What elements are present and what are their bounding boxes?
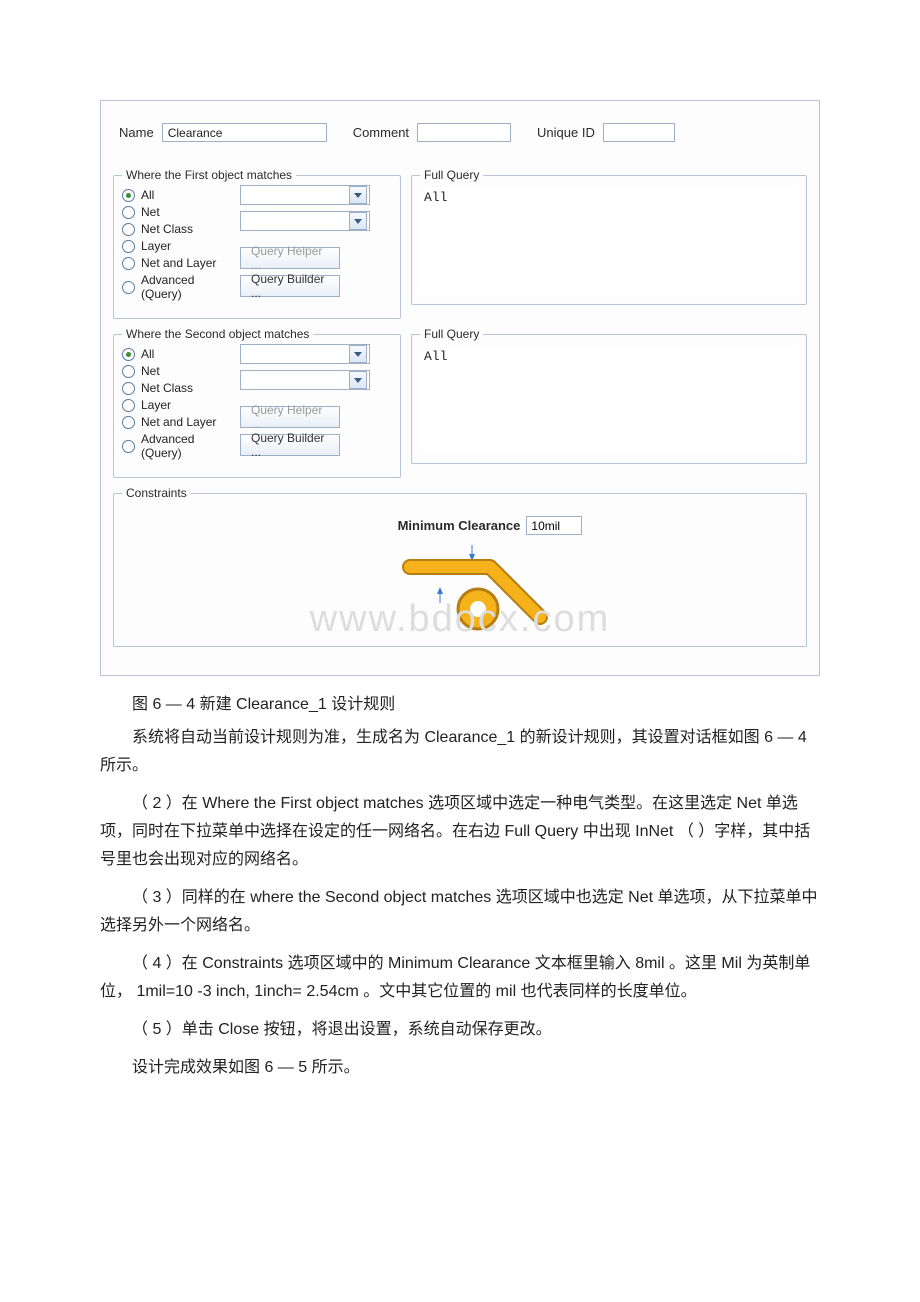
second-matches-title: Where the Second object matches bbox=[122, 327, 313, 341]
radio-dot-icon bbox=[122, 281, 135, 294]
radio-net-2[interactable]: Net bbox=[122, 364, 230, 378]
radio-dot-icon bbox=[122, 257, 135, 270]
chevron-down-icon bbox=[349, 212, 367, 230]
first-combo-2[interactable] bbox=[240, 211, 370, 231]
comment-input[interactable] bbox=[417, 123, 511, 142]
clearance-diagram bbox=[122, 537, 798, 637]
radio-net-label: Net bbox=[141, 205, 160, 219]
radio-net-label-2: Net bbox=[141, 364, 160, 378]
name-input[interactable] bbox=[162, 123, 327, 142]
radio-dot-icon bbox=[122, 382, 135, 395]
chevron-down-icon bbox=[349, 345, 367, 363]
radio-all-label-2: All bbox=[141, 347, 154, 361]
radio-layer-2[interactable]: Layer bbox=[122, 398, 230, 412]
full-query-title: Full Query bbox=[420, 168, 483, 182]
radio-netclass[interactable]: Net Class bbox=[122, 222, 230, 236]
second-combo-2[interactable] bbox=[240, 370, 370, 390]
first-full-query-group: Full Query All bbox=[411, 168, 807, 305]
radio-dot-icon bbox=[122, 365, 135, 378]
clearance-svg-icon bbox=[360, 537, 560, 637]
radio-dot-icon bbox=[122, 440, 135, 453]
radio-dot-icon bbox=[122, 416, 135, 429]
second-matches-row: Where the Second object matches All Net … bbox=[113, 319, 807, 478]
radio-dot-icon bbox=[122, 399, 135, 412]
first-combo-1[interactable] bbox=[240, 185, 370, 205]
radio-layer-label-2: Layer bbox=[141, 398, 171, 412]
radio-advanced-label: Advanced (Query) bbox=[141, 273, 230, 301]
radio-all[interactable]: All bbox=[122, 188, 230, 202]
min-clearance-label: Minimum Clearance bbox=[398, 518, 521, 533]
first-matches-row: Where the First object matches All Net N… bbox=[113, 160, 807, 319]
radio-advanced-2[interactable]: Advanced (Query) bbox=[122, 432, 230, 460]
name-label: Name bbox=[119, 125, 154, 140]
paragraph-6: 设计完成效果如图 6 — 5 所示。 bbox=[100, 1054, 820, 1082]
first-matches-group: Where the First object matches All Net N… bbox=[113, 168, 401, 319]
radio-advanced[interactable]: Advanced (Query) bbox=[122, 273, 230, 301]
chevron-down-icon bbox=[349, 371, 367, 389]
query-helper-button-2[interactable]: Query Helper ... bbox=[240, 406, 340, 428]
first-matches-title: Where the First object matches bbox=[122, 168, 296, 182]
full-query-title-2: Full Query bbox=[420, 327, 483, 341]
radio-netlayer[interactable]: Net and Layer bbox=[122, 256, 230, 270]
second-matches-group: Where the Second object matches All Net … bbox=[113, 327, 401, 478]
second-full-query-text[interactable]: All bbox=[420, 347, 798, 453]
first-full-query-text[interactable]: All bbox=[420, 188, 798, 294]
radio-dot-icon bbox=[122, 240, 135, 253]
radio-dot-icon bbox=[122, 206, 135, 219]
radio-netclass-2[interactable]: Net Class bbox=[122, 381, 230, 395]
radio-dot-icon bbox=[122, 189, 135, 202]
paragraph-3: （ 3 ）同样的在 where the Second object matche… bbox=[100, 884, 820, 940]
first-radio-column: All Net Net Class Layer Net and Layer Ad… bbox=[122, 188, 230, 301]
radio-dot-icon bbox=[122, 348, 135, 361]
paragraph-1: 系统将自动当前设计规则为准，生成名为 Clearance_1 的新设计规则，其设… bbox=[100, 724, 820, 780]
radio-all-label: All bbox=[141, 188, 154, 202]
second-radio-column: All Net Net Class Layer Net and Layer Ad… bbox=[122, 347, 230, 460]
comment-label: Comment bbox=[353, 125, 409, 140]
min-clearance-input[interactable] bbox=[526, 516, 582, 535]
radio-net[interactable]: Net bbox=[122, 205, 230, 219]
paragraph-2: （ 2 ）在 Where the First object matches 选项… bbox=[100, 790, 820, 874]
chevron-down-icon bbox=[349, 186, 367, 204]
paragraph-4: （ 4 ）在 Constraints 选项区域中的 Minimum Cleara… bbox=[100, 950, 820, 1006]
query-builder-button-2[interactable]: Query Builder ... bbox=[240, 434, 340, 456]
radio-netlayer-label-2: Net and Layer bbox=[141, 415, 216, 429]
radio-netlayer-2[interactable]: Net and Layer bbox=[122, 415, 230, 429]
radio-netlayer-label: Net and Layer bbox=[141, 256, 216, 270]
radio-dot-icon bbox=[122, 223, 135, 236]
uniqueid-label: Unique ID bbox=[537, 125, 595, 140]
radio-netclass-label-2: Net Class bbox=[141, 381, 193, 395]
radio-layer-label: Layer bbox=[141, 239, 171, 253]
query-builder-button[interactable]: Query Builder ... bbox=[240, 275, 340, 297]
radio-advanced-label-2: Advanced (Query) bbox=[141, 432, 230, 460]
constraints-title: Constraints bbox=[122, 486, 191, 500]
constraints-group: Constraints Minimum Clearance bbox=[113, 486, 807, 647]
second-full-query-group: Full Query All bbox=[411, 327, 807, 464]
second-combo-1[interactable] bbox=[240, 344, 370, 364]
figure-caption: 图 6 — 4 新建 Clearance_1 设计规则 bbox=[100, 690, 820, 714]
rule-settings-dialog: Name Comment Unique ID Where the First o… bbox=[100, 100, 820, 676]
radio-layer[interactable]: Layer bbox=[122, 239, 230, 253]
radio-netclass-label: Net Class bbox=[141, 222, 193, 236]
uniqueid-input[interactable] bbox=[603, 123, 675, 142]
query-helper-button[interactable]: Query Helper ... bbox=[240, 247, 340, 269]
paragraph-5: （ 5 ）单击 Close 按钮，将退出设置，系统自动保存更改。 bbox=[100, 1016, 820, 1044]
radio-all-2[interactable]: All bbox=[122, 347, 230, 361]
dialog-header-row: Name Comment Unique ID bbox=[113, 119, 807, 160]
